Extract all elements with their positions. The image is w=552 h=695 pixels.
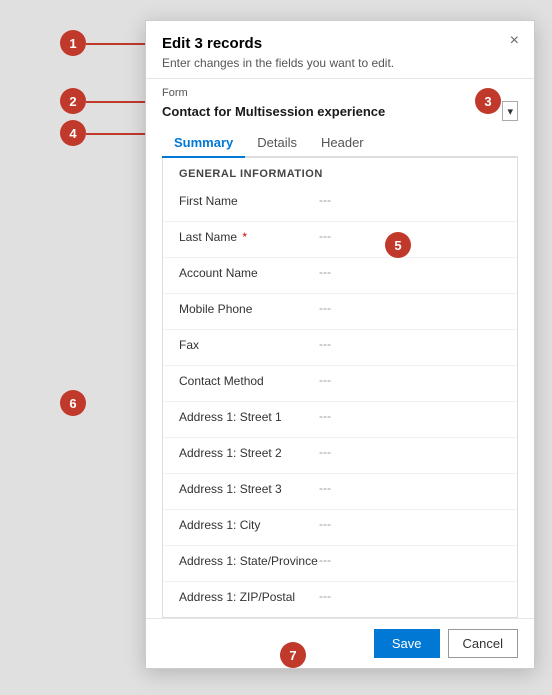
tab-details[interactable]: Details <box>245 129 309 158</box>
tab-bar: Summary Details Header <box>162 129 518 158</box>
field-value[interactable]: --- <box>319 373 501 387</box>
field-label: Contact Method <box>179 373 319 388</box>
table-row: Last Name *--- <box>163 222 517 258</box>
annotation-4: 4 <box>60 120 86 146</box>
annotation-6: 6 <box>60 390 86 416</box>
dialog-subtitle: Enter changes in the fields you want to … <box>162 56 518 70</box>
form-dropdown-button[interactable]: ▾ <box>502 101 518 121</box>
table-row: Fax--- <box>163 330 517 366</box>
table-row: Contact Method--- <box>163 366 517 402</box>
field-value[interactable]: --- <box>319 193 501 207</box>
table-row: Address 1: Street 2--- <box>163 438 517 474</box>
field-label: Address 1: City <box>179 517 319 532</box>
form-label: Form <box>162 87 518 99</box>
field-value[interactable]: --- <box>319 265 501 279</box>
dialog-title: Edit 3 records <box>162 35 518 52</box>
table-row: Address 1: ZIP/Postal--- <box>163 582 517 618</box>
arrow-4 <box>86 133 148 135</box>
edit-dialog: Edit 3 records Enter changes in the fiel… <box>145 20 535 669</box>
table-row: Address 1: Street 1--- <box>163 402 517 438</box>
field-value[interactable]: --- <box>319 337 501 351</box>
field-label: Address 1: State/Province <box>179 553 319 568</box>
dialog-footer: Save Cancel <box>146 618 534 668</box>
cancel-button[interactable]: Cancel <box>448 629 518 658</box>
close-button[interactable]: × <box>505 31 524 51</box>
field-label: Address 1: Street 2 <box>179 445 319 460</box>
annotation-2: 2 <box>60 88 86 114</box>
section-heading: GENERAL INFORMATION <box>163 158 517 186</box>
field-value[interactable]: --- <box>319 409 501 423</box>
annotation-1: 1 <box>60 30 86 56</box>
required-indicator: * <box>239 230 247 244</box>
field-value[interactable]: --- <box>319 301 501 315</box>
table-row: Address 1: City--- <box>163 510 517 546</box>
tab-summary[interactable]: Summary <box>162 129 245 158</box>
field-value[interactable]: --- <box>319 445 501 459</box>
page-wrapper: 1 2 3 4 5 6 7 Edit 3 records Enter chang… <box>0 0 552 695</box>
field-value[interactable]: --- <box>319 589 501 603</box>
arrow-1 <box>86 43 148 45</box>
table-row: Address 1: State/Province--- <box>163 546 517 582</box>
dialog-container: Edit 3 records Enter changes in the fiel… <box>145 20 535 669</box>
field-label: First Name <box>179 193 319 208</box>
table-row: Address 1: Street 3--- <box>163 474 517 510</box>
field-label: Mobile Phone <box>179 301 319 316</box>
field-label: Last Name * <box>179 229 319 244</box>
arrow-2 <box>86 101 148 103</box>
field-label: Account Name <box>179 265 319 280</box>
field-value[interactable]: --- <box>319 553 501 567</box>
field-label: Address 1: Street 3 <box>179 481 319 496</box>
table-row: Account Name--- <box>163 258 517 294</box>
table-row: First Name--- <box>163 186 517 222</box>
table-row: Mobile Phone--- <box>163 294 517 330</box>
form-name: Contact for Multisession experience <box>162 104 496 119</box>
save-button[interactable]: Save <box>374 629 440 658</box>
fields-container: First Name---Last Name *---Account Name-… <box>163 186 517 618</box>
field-value[interactable]: --- <box>319 481 501 495</box>
field-value[interactable]: --- <box>319 229 501 243</box>
field-label: Fax <box>179 337 319 352</box>
tab-header[interactable]: Header <box>309 129 376 158</box>
form-section: Form Contact for Multisession experience… <box>146 79 534 121</box>
field-label: Address 1: Street 1 <box>179 409 319 424</box>
field-value[interactable]: --- <box>319 517 501 531</box>
dialog-header: Edit 3 records Enter changes in the fiel… <box>146 21 534 79</box>
content-area: GENERAL INFORMATION First Name---Last Na… <box>162 158 518 618</box>
form-row: Contact for Multisession experience ▾ <box>162 101 518 121</box>
field-label: Address 1: ZIP/Postal <box>179 589 319 604</box>
